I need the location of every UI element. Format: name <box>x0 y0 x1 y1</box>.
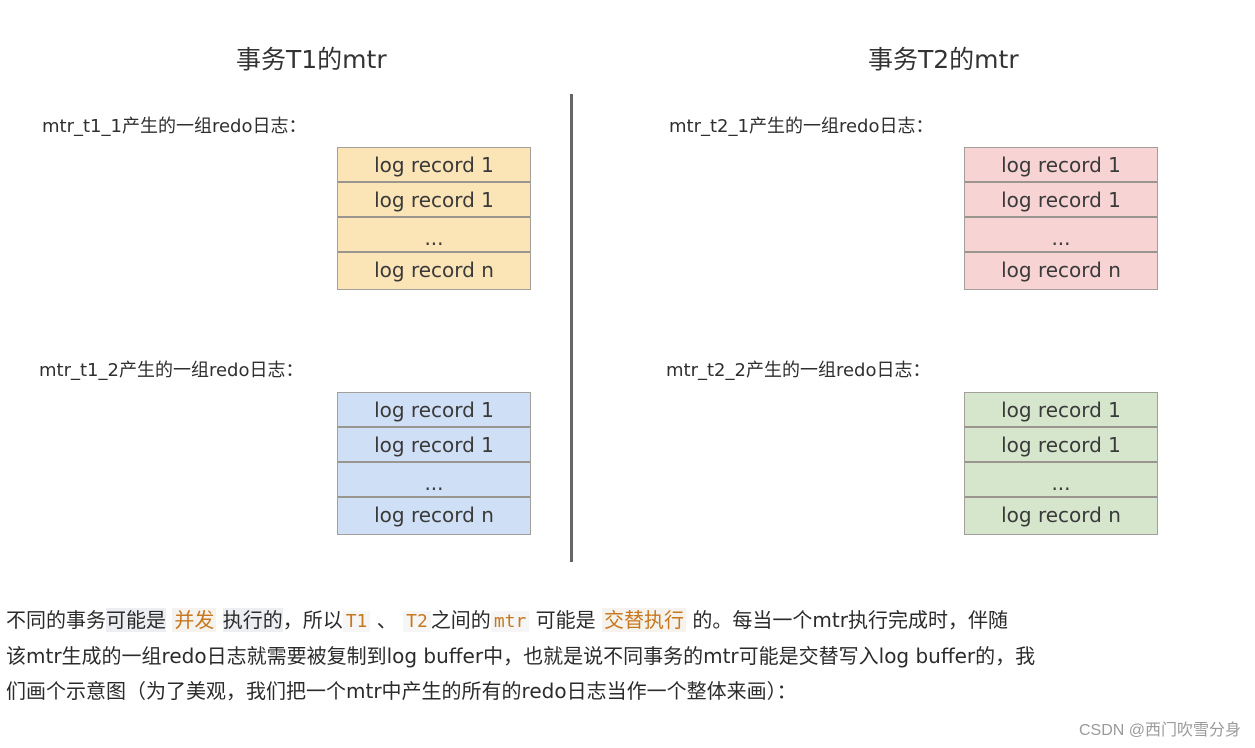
t2-column-title: 事务T2的mtr <box>868 45 1019 74</box>
highlighted-text: 可能是 <box>106 608 166 632</box>
text: 、 <box>370 608 404 632</box>
mtr-t2-2-log-stack: log record 1 log record 1 ... log record… <box>964 392 1158 535</box>
log-record: log record 1 <box>338 183 530 218</box>
inline-code-t2: T2 <box>403 611 431 632</box>
highlighted-text: 执行的 <box>222 608 283 632</box>
paragraph-line-2: 该mtr生成的一组redo日志就需要被复制到log buffer中，也就是说不同… <box>6 644 1036 668</box>
log-record-ellipsis: ... <box>965 218 1157 253</box>
paragraph-line-3: 们画个示意图（为了美观，我们把一个mtr中产生的所有的redo日志当作一个整体来… <box>6 679 797 703</box>
mtr-t1-1-label: mtr_t1_1产生的一组redo日志： <box>42 116 307 137</box>
mtr-t1-1-log-stack: log record 1 log record 1 ... log record… <box>337 147 531 290</box>
mtr-t2-2-label: mtr_t2_2产生的一组redo日志： <box>666 360 931 381</box>
mtr-t1-2-log-stack: log record 1 log record 1 ... log record… <box>337 392 531 535</box>
text: 的。每当一个mtr执行完成时，伴随 <box>686 608 1008 632</box>
column-divider <box>570 94 573 562</box>
inline-code-t1: T1 <box>342 611 371 632</box>
log-record: log record 1 <box>965 428 1157 463</box>
explanation-paragraph: 不同的事务可能是 并发 执行的，所以 T1 、 T2 之间的 mtr 可能是 交替执行… <box>6 603 1206 709</box>
log-record: log record 1 <box>965 148 1157 183</box>
paragraph-line-1: 不同的事务可能是 并发 执行的，所以 T1 、 T2 之间的 mtr 可能是 交替执行… <box>6 603 1206 639</box>
log-record-ellipsis: ... <box>338 218 530 253</box>
mtr-t1-2-label: mtr_t1_2产生的一组redo日志： <box>39 360 304 381</box>
text: 不同的事务 <box>6 608 106 632</box>
csdn-watermark: CSDN @西门吹雪分身 <box>1078 722 1241 739</box>
mtr-t2-1-label: mtr_t2_1产生的一组redo日志： <box>669 116 934 137</box>
log-record-ellipsis: ... <box>965 463 1157 498</box>
log-record: log record 1 <box>965 393 1157 428</box>
inline-code-alternate: 交替执行 <box>602 608 687 632</box>
log-record-ellipsis: ... <box>338 463 530 498</box>
log-record: log record n <box>374 503 494 527</box>
log-record: log record n <box>1001 258 1121 282</box>
text: 可能是 <box>529 608 603 632</box>
log-record: log record 1 <box>338 148 530 183</box>
t1-column-title: 事务T1的mtr <box>236 45 387 74</box>
inline-code-concurrent: 并发 <box>172 608 217 632</box>
mtr-t2-1-log-stack: log record 1 log record 1 ... log record… <box>964 147 1158 290</box>
text: ，所以 <box>282 608 343 632</box>
log-record: log record 1 <box>338 393 530 428</box>
log-record: log record 1 <box>965 183 1157 218</box>
log-record: log record n <box>374 258 494 282</box>
text: 之间的 <box>430 608 491 632</box>
log-record: log record n <box>1001 503 1121 527</box>
log-record: log record 1 <box>338 428 530 463</box>
inline-code-mtr: mtr <box>490 611 530 632</box>
